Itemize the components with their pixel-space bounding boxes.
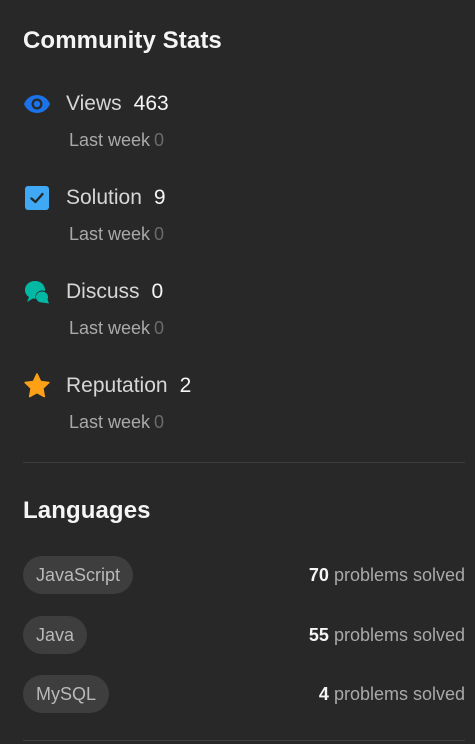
- last-week-label: Last week: [69, 130, 151, 150]
- stat-label: Solution: [66, 186, 142, 209]
- last-week-value: 0: [154, 224, 165, 244]
- problems-solved-count: 55 problems solved: [309, 616, 465, 654]
- language-row: JavaScript 70 problems solved: [23, 556, 465, 596]
- stat-label: Discuss: [66, 280, 140, 303]
- stat-value: 9: [153, 186, 166, 209]
- stat-label: Views: [66, 92, 122, 115]
- last-week-label: Last week: [69, 318, 151, 338]
- language-row: Java 55 problems solved: [23, 616, 465, 656]
- star-icon: [23, 372, 51, 400]
- language-row: MySQL 4 problems solved: [23, 675, 465, 715]
- language-tag-java[interactable]: Java: [23, 616, 88, 654]
- eye-icon: [23, 90, 51, 118]
- check-square-icon: [23, 184, 51, 212]
- stat-value: 463: [133, 92, 169, 115]
- last-week-value: 0: [154, 412, 165, 432]
- problems-solved-count: 70 problems solved: [309, 556, 465, 594]
- last-week-label: Last week: [69, 412, 151, 432]
- last-week-value: 0: [154, 130, 165, 150]
- section-divider: [23, 462, 465, 463]
- solved-number: 55: [308, 625, 329, 645]
- chat-bubbles-icon: [23, 278, 51, 306]
- last-week-label: Last week: [69, 224, 151, 244]
- language-tag-javascript[interactable]: JavaScript: [23, 556, 134, 594]
- stat-views: Views 463 Last week 0: [23, 90, 463, 160]
- solved-number: 4: [318, 684, 329, 704]
- problems-solved-count: 4 problems solved: [319, 675, 465, 713]
- stat-label: Reputation: [66, 374, 168, 397]
- stat-value: 2: [179, 374, 192, 397]
- solved-suffix: problems solved: [333, 565, 465, 585]
- stat-value: 0: [151, 280, 164, 303]
- last-week-value: 0: [154, 318, 165, 338]
- stat-reputation: Reputation 2 Last week 0: [23, 372, 463, 442]
- community-stats-title: Community Stats: [23, 27, 222, 54]
- stat-solution: Solution 9 Last week 0: [23, 184, 463, 254]
- solved-suffix: problems solved: [333, 625, 465, 645]
- solved-number: 70: [308, 565, 329, 585]
- language-tag-mysql[interactable]: MySQL: [23, 675, 110, 713]
- section-divider: [23, 740, 465, 741]
- stat-discuss: Discuss 0 Last week 0: [23, 278, 463, 348]
- languages-title: Languages: [23, 497, 151, 524]
- solved-suffix: problems solved: [333, 684, 465, 704]
